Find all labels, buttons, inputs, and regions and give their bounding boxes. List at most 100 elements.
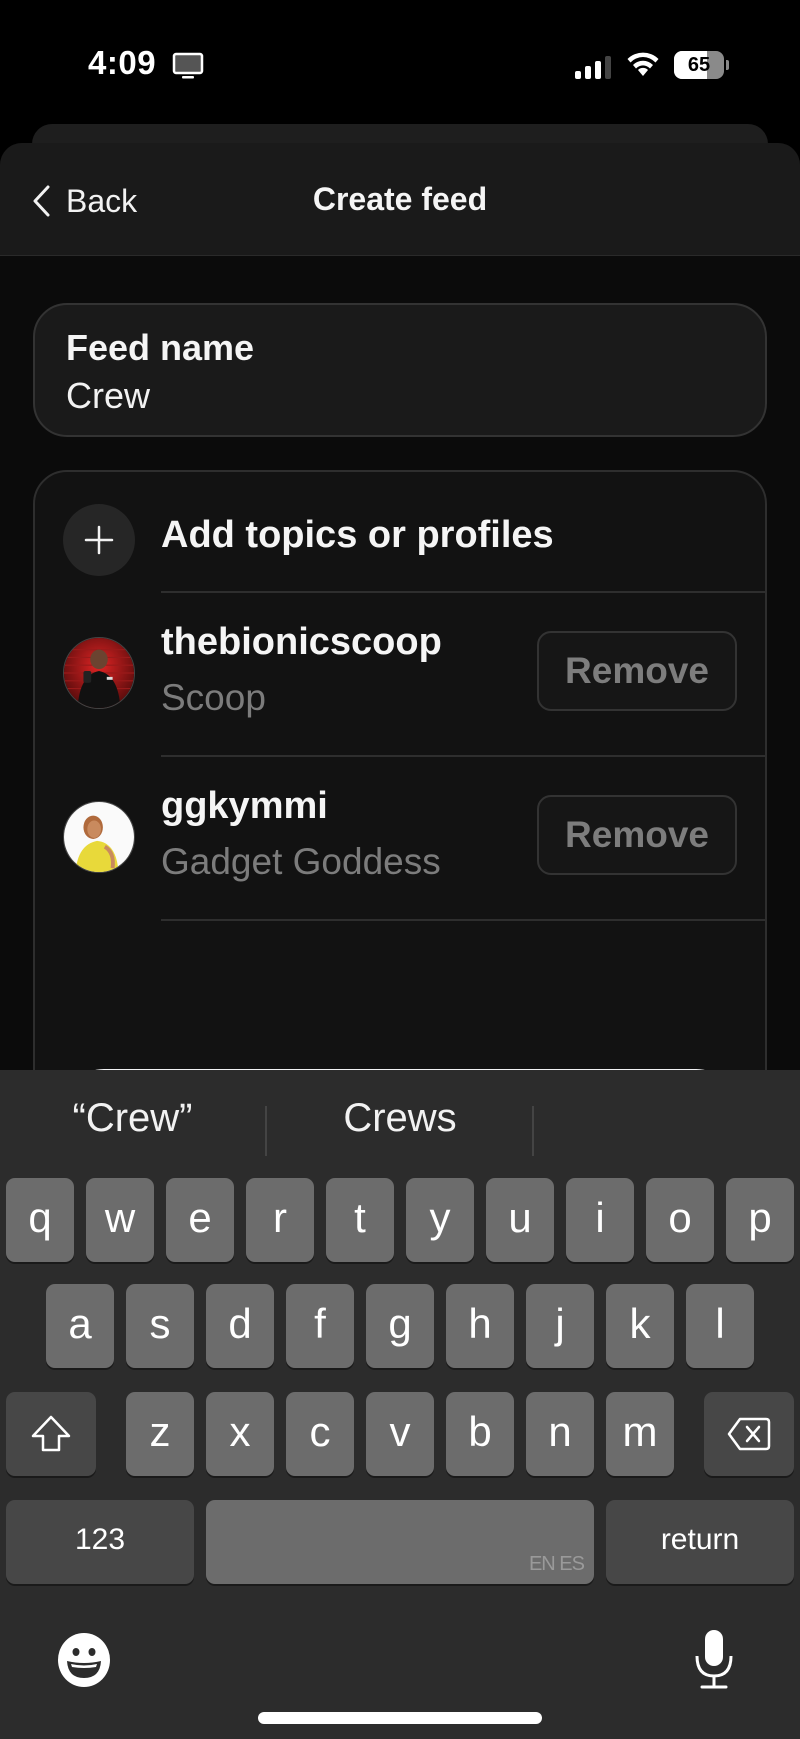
key-label: j [555, 1300, 565, 1347]
suggestion-divider [265, 1106, 267, 1156]
key-label: v [389, 1408, 411, 1455]
cellular-signal-icon [575, 56, 611, 79]
key-v[interactable]: v [366, 1392, 434, 1476]
key-label: g [388, 1300, 412, 1347]
key-o[interactable]: o [646, 1178, 714, 1262]
wifi-icon [627, 52, 659, 76]
key-r[interactable]: r [246, 1178, 314, 1262]
suggestion-bar: “Crew” Crews [0, 1070, 800, 1170]
key-b[interactable]: b [446, 1392, 514, 1476]
key-label: z [149, 1408, 171, 1455]
key-label: t [354, 1194, 366, 1241]
profile-display-name: Gadget Goddess [161, 841, 441, 882]
avatar [63, 801, 135, 873]
feed-name-field[interactable]: Feed name [33, 303, 767, 437]
key-label: b [468, 1408, 492, 1455]
key-i[interactable]: i [566, 1178, 634, 1262]
key-label: y [429, 1194, 451, 1241]
key-label: n [548, 1408, 572, 1455]
navigation-bar: Back Create feed [0, 143, 800, 256]
key-label: s [149, 1300, 171, 1347]
key-label: e [188, 1194, 212, 1241]
page-title: Create feed [312, 181, 488, 217]
key-label: m [622, 1408, 658, 1455]
key-label: r [273, 1194, 287, 1241]
delete-backspace-icon [727, 1417, 771, 1451]
key-f[interactable]: f [286, 1284, 354, 1368]
key-label: o [668, 1194, 692, 1241]
key-label: q [28, 1194, 52, 1241]
key-label: x [229, 1408, 251, 1455]
battery-percent: 65 [687, 54, 711, 76]
remove-button[interactable]: Remove [537, 795, 737, 875]
emoji-icon[interactable] [56, 1632, 112, 1688]
key-n[interactable]: n [526, 1392, 594, 1476]
numbers-key[interactable]: 123 [6, 1500, 194, 1584]
key-label: 123 [74, 1523, 126, 1556]
key-c[interactable]: c [286, 1392, 354, 1476]
suggestion-item[interactable] [560, 1096, 770, 1152]
key-s[interactable]: s [126, 1284, 194, 1368]
avatar [63, 637, 135, 709]
key-m[interactable]: m [606, 1392, 674, 1476]
add-topics-button[interactable]: Add topics or profiles [35, 472, 765, 592]
key-g[interactable]: g [366, 1284, 434, 1368]
feed-name-label: Feed name [66, 327, 255, 368]
space-key[interactable]: EN ES [206, 1500, 594, 1584]
profile-row: ggkymmi Gadget Goddess Remove [35, 757, 765, 903]
remove-button[interactable]: Remove [537, 631, 737, 711]
microphone-icon[interactable] [692, 1628, 736, 1692]
return-key[interactable]: return [606, 1500, 794, 1584]
key-label: u [508, 1194, 532, 1241]
battery-indicator: 65 [674, 51, 730, 79]
suggestion-divider [532, 1106, 534, 1156]
key-l[interactable]: l [686, 1284, 754, 1368]
plus-circle [63, 504, 135, 576]
shift-icon [31, 1415, 71, 1452]
keyboard: “Crew” Crews q w e r t y u i o p a s d f g h j k l z x c v b n m 1… [0, 1070, 800, 1739]
key-label: k [629, 1300, 651, 1347]
avatar-woman-image [64, 802, 134, 872]
divider [161, 919, 765, 921]
key-label: l [715, 1300, 725, 1347]
add-topics-label: Add topics or profiles [161, 514, 554, 556]
shift-key[interactable] [6, 1392, 96, 1476]
plus-icon [84, 525, 114, 555]
key-t[interactable]: t [326, 1178, 394, 1262]
key-p[interactable]: p [726, 1178, 794, 1262]
key-label: w [104, 1194, 136, 1241]
key-a[interactable]: a [46, 1284, 114, 1368]
home-indicator[interactable] [258, 1712, 542, 1724]
feed-name-input[interactable] [66, 375, 716, 417]
key-label: return [660, 1523, 740, 1556]
status-time: 4:09 [88, 44, 157, 81]
key-h[interactable]: h [446, 1284, 514, 1368]
suggestion-item[interactable]: Crews [300, 1096, 500, 1152]
delete-key[interactable] [704, 1392, 794, 1476]
key-y[interactable]: y [406, 1178, 474, 1262]
key-k[interactable]: k [606, 1284, 674, 1368]
key-label: p [748, 1194, 772, 1241]
key-label: i [595, 1194, 605, 1241]
key-q[interactable]: q [6, 1178, 74, 1262]
key-j[interactable]: j [526, 1284, 594, 1368]
key-w[interactable]: w [86, 1178, 154, 1262]
profile-handle: thebionicscoop [161, 621, 442, 663]
key-e[interactable]: e [166, 1178, 234, 1262]
profile-handle: ggkymmi [161, 785, 328, 827]
profile-row: thebionicscoop Scoop Remove [35, 593, 765, 739]
suggestion-item[interactable]: “Crew” [30, 1096, 235, 1152]
key-label: f [314, 1300, 326, 1347]
profile-display-name: Scoop [161, 677, 266, 718]
key-z[interactable]: z [126, 1392, 194, 1476]
key-d[interactable]: d [206, 1284, 274, 1368]
key-label: a [68, 1300, 92, 1347]
key-label: h [468, 1300, 492, 1347]
avatar-man-image [64, 638, 134, 708]
language-hint: EN ES [528, 1553, 585, 1575]
key-u[interactable]: u [486, 1178, 554, 1262]
key-label: d [228, 1300, 252, 1347]
battery-tip [726, 60, 729, 70]
key-x[interactable]: x [206, 1392, 274, 1476]
key-label: c [309, 1408, 331, 1455]
